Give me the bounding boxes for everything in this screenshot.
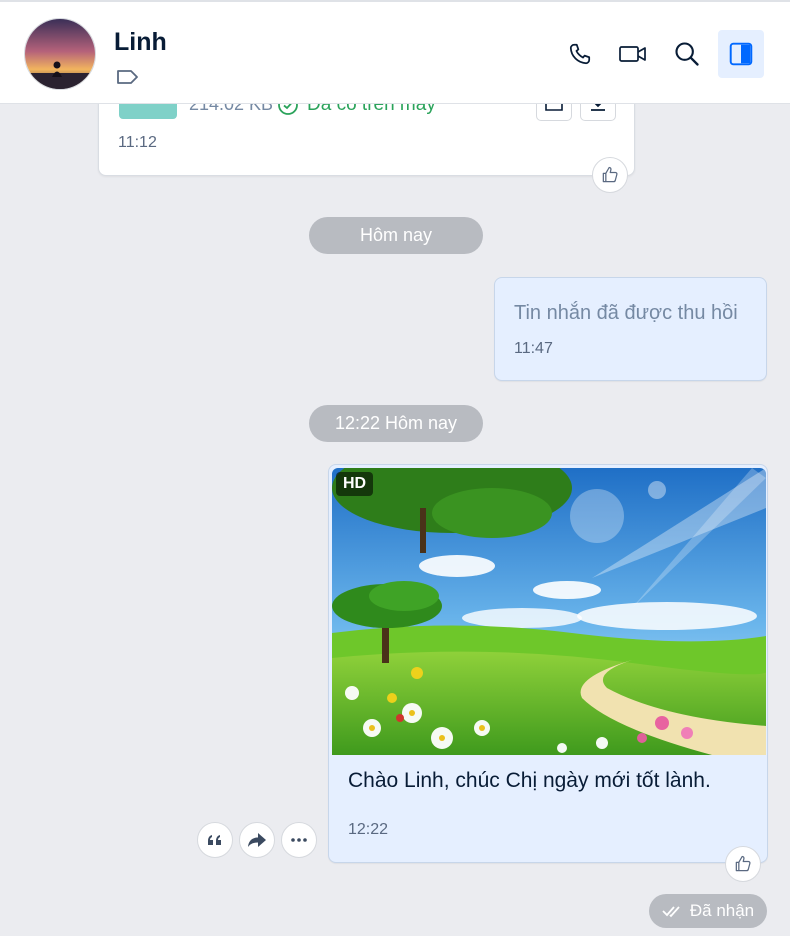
- thumbs-up-icon: [602, 166, 618, 183]
- search-icon: [675, 42, 699, 66]
- react-button[interactable]: [592, 157, 628, 193]
- search-button[interactable]: [664, 30, 710, 78]
- phone-icon: [569, 43, 591, 65]
- message-status-text: Đã nhận: [689, 901, 755, 920]
- forward-icon: [248, 833, 266, 847]
- conversation-info-toggle[interactable]: [718, 30, 764, 78]
- contact-name[interactable]: Linh: [114, 28, 167, 57]
- label-tag-icon[interactable]: [116, 68, 140, 86]
- sidebar-toggle-icon: [729, 42, 753, 66]
- quote-icon: [208, 835, 221, 845]
- chat-header: Linh: [0, 0, 790, 104]
- video-call-icon: [619, 46, 646, 62]
- message-time: 11:12: [118, 134, 157, 151]
- date-divider: 12:22 Hôm nay: [309, 405, 483, 442]
- message-time: 11:47: [514, 340, 553, 357]
- hd-badge: HD: [336, 472, 374, 496]
- shared-photo[interactable]: HD: [332, 468, 766, 755]
- image-message-bubble[interactable]: HD Chào Linh, chúc Chị ngày mới tốt lành…: [328, 464, 768, 863]
- double-check-icon: [662, 906, 680, 918]
- date-divider: Hôm nay: [309, 217, 483, 254]
- contact-avatar[interactable]: [24, 18, 96, 90]
- quote-reply-button[interactable]: [197, 822, 233, 858]
- react-button[interactable]: [725, 846, 761, 882]
- recalled-message-text: Tin nhắn đã được thu hồi: [514, 302, 738, 324]
- forward-button[interactable]: [239, 822, 275, 858]
- recalled-message-bubble[interactable]: Tin nhắn đã được thu hồi 11:47: [494, 277, 767, 381]
- message-status-badge: Đã nhận: [649, 894, 767, 928]
- video-call-button[interactable]: [610, 30, 656, 78]
- voice-call-button[interactable]: [557, 30, 603, 78]
- more-icon: [291, 838, 307, 842]
- message-time: 12:22: [348, 821, 389, 838]
- more-options-button[interactable]: [281, 822, 317, 858]
- message-text: Chào Linh, chúc Chị ngày mới tốt lành.: [348, 769, 711, 792]
- thumbs-up-icon: [735, 855, 751, 872]
